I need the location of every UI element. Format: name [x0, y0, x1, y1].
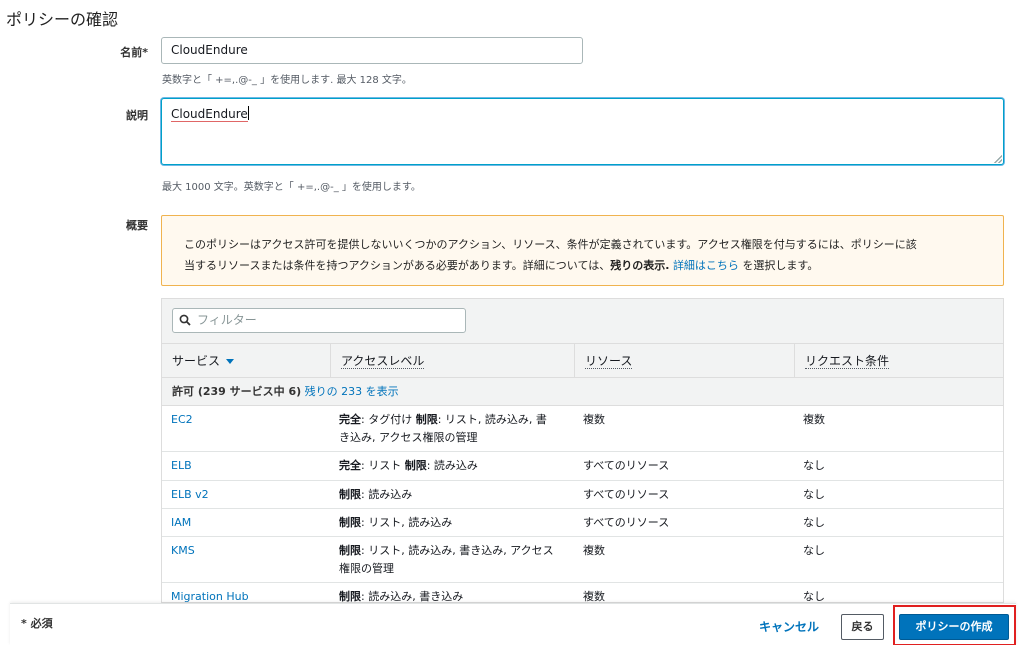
- description-textarea[interactable]: CloudEndure: [161, 98, 1004, 165]
- access-line-2: き込み, アクセス権限の管理: [339, 431, 478, 444]
- name-label: 名前*: [120, 46, 148, 59]
- required-note: * 必須: [21, 617, 53, 630]
- filter-placeholder: フィルター: [197, 313, 257, 327]
- search-icon: [179, 314, 191, 326]
- service-link[interactable]: ELB: [171, 457, 192, 475]
- access-text-1: : 読み込み, 書き込み: [361, 590, 464, 603]
- table-header: サービス アクセスレベル リソース リクエスト条件: [162, 344, 1003, 378]
- permissions-table: フィルター サービス アクセスレベル リソース リクエスト条件 許可 (239 …: [161, 298, 1004, 603]
- access-level-cell: 完全: リスト 制限: 読み込み: [339, 457, 569, 475]
- service-link[interactable]: Migration Hub: [171, 588, 249, 602]
- column-service-label: サービス: [172, 354, 221, 368]
- table-row: ELB v2 制限: 読み込み すべてのリソース なし: [162, 481, 1003, 509]
- resource-cell: すべてのリソース: [583, 488, 670, 501]
- service-link[interactable]: EC2: [171, 411, 193, 429]
- access-level-cell: 制限: リスト, 読み込み: [339, 514, 569, 532]
- access-bold-2: 制限: [415, 413, 438, 426]
- access-text-2: : リスト, 読み込み, 書: [437, 413, 547, 426]
- summary-label: 概要: [126, 219, 148, 232]
- access-level-cell: 制限: リスト, 読み込み, 書き込み, アクセス 権限の管理: [339, 542, 569, 578]
- column-header-request-condition[interactable]: リクエスト条件: [794, 344, 1003, 378]
- access-text-1: : タグ付け: [361, 413, 416, 426]
- warning-tail: を選択します。: [742, 259, 819, 272]
- access-text-2: : 読み込み: [426, 459, 478, 472]
- cancel-button[interactable]: キャンセル: [759, 618, 819, 635]
- filter-bar: フィルター: [162, 299, 1003, 344]
- footer-action-bar: * 必須 キャンセル 戻る ポリシーの作成: [10, 603, 1016, 645]
- condition-cell: なし: [803, 488, 825, 501]
- table-row: EC2 完全: タグ付け 制限: リスト, 読み込み, 書 き込み, アクセス権…: [162, 406, 1003, 452]
- access-text-1: : 読み込み: [361, 488, 413, 501]
- column-header-service[interactable]: サービス: [162, 344, 330, 378]
- warning-text-line-1: このポリシーはアクセス許可を提供しないいくつかのアクション、リソース、条件が定義…: [184, 238, 917, 251]
- access-text-1: : リスト, 読み込み: [361, 516, 453, 529]
- filter-input[interactable]: フィルター: [172, 308, 466, 333]
- warning-alert: このポリシーはアクセス許可を提供しないいくつかのアクション、リソース、条件が定義…: [161, 215, 1004, 286]
- service-link[interactable]: ELB v2: [171, 486, 209, 504]
- access-bold-2: 制限: [404, 459, 427, 472]
- access-bold-1: 完全: [339, 459, 361, 472]
- service-link[interactable]: KMS: [171, 542, 195, 560]
- column-access-label: アクセスレベル: [341, 354, 425, 369]
- resource-cell: すべてのリソース: [583, 459, 670, 472]
- sort-desc-icon: [226, 359, 235, 364]
- condition-cell: なし: [803, 590, 825, 603]
- resize-handle[interactable]: [994, 155, 1002, 163]
- show-remaining-link[interactable]: 残りの 233 を表示: [305, 385, 399, 398]
- access-bold-1: 制限: [339, 590, 361, 603]
- column-header-access-level[interactable]: アクセスレベル: [330, 344, 574, 378]
- description-value: CloudEndure: [171, 107, 248, 122]
- allow-group-row: 許可 (239 サービス中 6) 残りの 233 を表示: [162, 378, 1003, 406]
- show-remaining-text: 残りの表示.: [610, 259, 670, 272]
- name-hint: 英数字と「 +=,.@-_ 」を使用します. 最大 128 文字。: [162, 75, 412, 86]
- access-line-2: 権限の管理: [339, 562, 394, 575]
- back-button[interactable]: 戻る: [841, 614, 884, 640]
- name-input[interactable]: CloudEndure: [161, 37, 583, 64]
- access-level-cell: 制限: 読み込み, 書き込み: [339, 588, 569, 603]
- access-bold-1: 完全: [339, 413, 361, 426]
- resource-cell: 複数: [583, 413, 605, 426]
- condition-cell: 複数: [803, 413, 825, 426]
- page-title: ポリシーの確認: [6, 10, 119, 29]
- resource-cell: 複数: [583, 590, 605, 603]
- access-text-1: : リスト: [361, 459, 405, 472]
- table-row: IAM 制限: リスト, 読み込み すべてのリソース なし: [162, 509, 1003, 537]
- resource-cell: すべてのリソース: [583, 516, 670, 529]
- description-label: 説明: [126, 109, 148, 122]
- access-text-1: : リスト, 読み込み, 書き込み, アクセス: [361, 544, 554, 557]
- access-bold-1: 制限: [339, 544, 361, 557]
- access-bold-1: 制限: [339, 516, 361, 529]
- table-row: KMS 制限: リスト, 読み込み, 書き込み, アクセス 権限の管理 複数 な…: [162, 537, 1003, 583]
- access-level-cell: 完全: タグ付け 制限: リスト, 読み込み, 書 き込み, アクセス権限の管理: [339, 411, 569, 447]
- table-row: ELB 完全: リスト 制限: 読み込み すべてのリソース なし: [162, 452, 1003, 481]
- column-header-resource[interactable]: リソース: [574, 344, 794, 378]
- description-hint: 最大 1000 文字。英数字と「 +=,.@-_ 」を使用します。: [162, 182, 421, 193]
- column-resource-label: リソース: [585, 354, 633, 369]
- condition-cell: なし: [803, 544, 825, 557]
- allow-group-label: 許可 (239 サービス中 6): [172, 385, 302, 398]
- warning-text-2: 当するリソースまたは条件を持つアクションがある必要があります。詳細については、: [184, 259, 611, 272]
- learn-more-link[interactable]: 詳細はこちら: [673, 259, 739, 272]
- access-level-cell: 制限: 読み込み: [339, 486, 569, 504]
- create-policy-button[interactable]: ポリシーの作成: [899, 614, 1009, 640]
- service-link[interactable]: IAM: [171, 514, 191, 532]
- table-row: Migration Hub 制限: 読み込み, 書き込み 複数 なし: [162, 583, 1003, 603]
- text-caret: [247, 106, 249, 120]
- resource-cell: 複数: [583, 544, 605, 557]
- condition-cell: なし: [803, 516, 825, 529]
- column-condition-label: リクエスト条件: [805, 354, 890, 369]
- warning-text-line-2: 当するリソースまたは条件を持つアクションがある必要があります。詳細については、残…: [184, 255, 983, 276]
- access-bold-1: 制限: [339, 488, 361, 501]
- condition-cell: なし: [803, 459, 825, 472]
